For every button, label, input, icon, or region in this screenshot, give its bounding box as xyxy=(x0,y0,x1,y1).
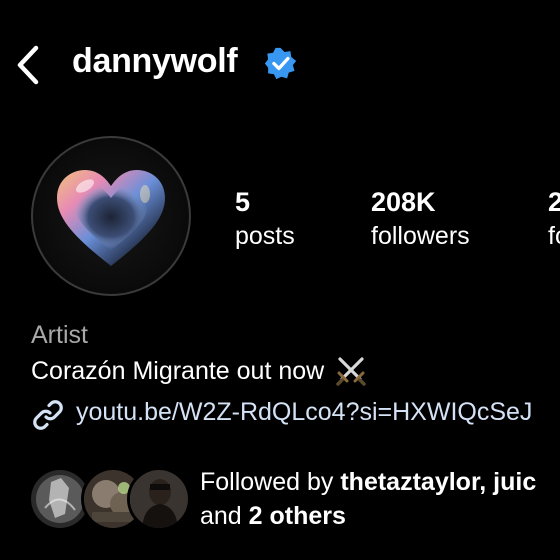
profile-avatar[interactable] xyxy=(31,136,191,296)
bio-text: Corazón Migrante out now xyxy=(31,356,325,385)
followers-stat[interactable]: 208K followers xyxy=(371,186,470,253)
crossed-swords-icon xyxy=(336,357,366,386)
following-stat[interactable]: 2 fo xyxy=(548,186,560,253)
posts-stat[interactable]: 5 posts xyxy=(235,186,295,253)
posts-count: 5 xyxy=(235,187,251,217)
profile-bio: Corazón Migrante out now xyxy=(31,354,368,388)
followed-by-names: thetaztaylor, juic xyxy=(340,468,537,496)
profile-username: dannywolf xyxy=(72,42,238,80)
follower-avatar-3[interactable] xyxy=(127,467,191,531)
link-icon xyxy=(33,400,63,430)
followed-by-and: and xyxy=(200,502,249,530)
followed-by-others: 2 others xyxy=(248,502,346,530)
chevron-left-icon xyxy=(17,45,39,85)
profile-link[interactable]: youtu.be/W2Z-RdQLco4?si=HXWIQcSeJ xyxy=(76,398,532,427)
followed-by-text[interactable]: Followed by thetaztaylor, juic and 2 oth… xyxy=(200,465,536,533)
following-count: 2 xyxy=(548,187,560,217)
posts-label: posts xyxy=(235,222,295,250)
followers-label: followers xyxy=(371,222,470,250)
profile-category: Artist xyxy=(31,321,88,349)
iridescent-heart-avatar xyxy=(57,170,165,266)
following-label: fo xyxy=(548,222,560,250)
verified-badge-icon xyxy=(264,47,297,80)
follower-avatar-3-image xyxy=(130,470,188,528)
followed-by-prefix: Followed by xyxy=(200,468,341,496)
back-button[interactable] xyxy=(14,45,44,85)
followers-count: 208K xyxy=(371,187,436,217)
